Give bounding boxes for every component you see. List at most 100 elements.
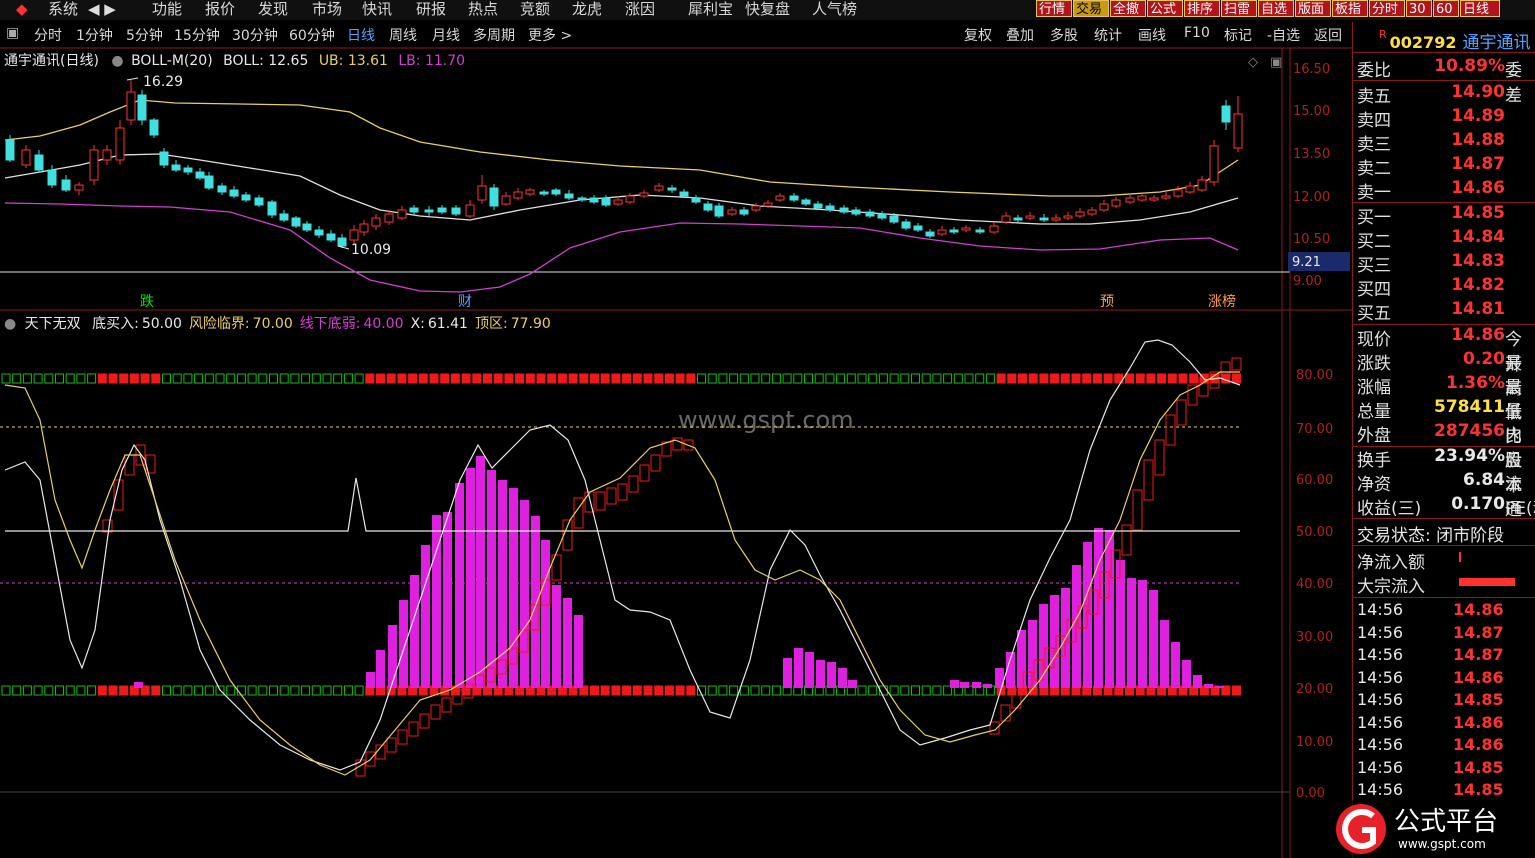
candlestick — [217, 183, 227, 195]
magenta-bar — [376, 650, 385, 688]
indicator-toggle-icon[interactable]: ● — [4, 316, 16, 332]
header-button-9[interactable]: 分时 — [1369, 0, 1405, 17]
stat-row-0-label: 现价 — [1357, 330, 1391, 350]
magenta-bar — [783, 658, 792, 688]
candlestick — [551, 188, 561, 196]
event-tag-2[interactable]: 预 — [1100, 294, 1114, 310]
lb-value: LB: 11.70 — [398, 53, 466, 69]
x-oscillator-line — [4, 339, 1241, 771]
ladder-block — [397, 729, 408, 745]
window-icon[interactable]: ▣ — [1270, 55, 1282, 70]
indicator-param-1: 风险临界: 70.00 — [189, 316, 293, 332]
ladder-block — [595, 491, 606, 511]
boll-indicator-name[interactable]: BOLL-M(20) — [131, 53, 213, 69]
candlestick — [961, 225, 971, 232]
candlestick — [183, 165, 193, 175]
magenta-bar — [1182, 660, 1191, 688]
magenta-bar — [1127, 578, 1136, 688]
indicator-param-value: 70.00 — [252, 316, 293, 332]
indicator-axis-label: 10.00 — [1296, 735, 1333, 750]
magenta-bar — [531, 516, 540, 688]
ladder-block — [1132, 489, 1143, 531]
candlestick — [839, 205, 849, 214]
magenta-bar — [541, 540, 550, 688]
indicator-name[interactable]: 天下无双 — [25, 316, 81, 332]
indicator-toggle-icon[interactable]: ● — [111, 53, 123, 69]
candlestick — [126, 80, 136, 125]
trend-ladder-series — [102, 357, 1242, 777]
quote-panel: R 002792 通宇通讯 委比 10.89% 委差 卖五 14.90 卖四 14.89 卖三 14.… — [1352, 22, 1535, 858]
indicator-param-4: 顶区: 77.90 — [475, 316, 551, 332]
stat-row-2: 涨幅 1.36% 最低 — [1357, 373, 1535, 423]
indicator-axis-label: 40.00 — [1296, 577, 1333, 592]
magenta-bar — [388, 625, 397, 688]
magenta-bar — [827, 662, 836, 688]
candlestick — [1013, 215, 1023, 222]
magenta-bar — [794, 648, 803, 688]
event-tag-0[interactable]: 跌 — [140, 294, 154, 310]
magenta-bar-series — [134, 456, 1224, 688]
candlestick — [901, 219, 911, 230]
stat-row-1-label: 涨跌 — [1357, 354, 1391, 374]
stat2-row-1: 净资 6.84 流通 — [1357, 470, 1535, 520]
event-tag-3[interactable]: 涨榜 — [1208, 293, 1236, 310]
candlestick — [326, 230, 336, 242]
tick-time: 14:56 — [1357, 712, 1404, 732]
candlestick — [925, 229, 935, 238]
magenta-bar — [983, 684, 992, 688]
header-button-11[interactable]: 60 — [1433, 0, 1459, 17]
logo-url: www.gspt.com — [1398, 837, 1486, 851]
candlestick — [1051, 214, 1061, 222]
magenta-bar — [1171, 642, 1180, 688]
stat-row-1: 涨跌 0.20 最高 — [1357, 349, 1535, 399]
magenta-bar — [134, 682, 143, 688]
magenta-bar — [399, 600, 408, 688]
ladder-block — [628, 475, 639, 493]
stat2-row-0-value: 23.94% — [1434, 446, 1505, 466]
magenta-bar — [1160, 620, 1169, 688]
candlestick — [577, 196, 587, 202]
candlestick — [714, 203, 724, 218]
ladder-block — [1154, 439, 1165, 476]
boll-lb-line — [4, 202, 1239, 293]
tick-row: 14:56 14.85 — [1357, 690, 1535, 712]
block-inflow-bar — [1459, 578, 1515, 586]
buy-reference-line — [5, 477, 1240, 532]
candlestick — [589, 195, 599, 204]
tick-time: 14:56 — [1357, 600, 1404, 619]
magenta-bar — [848, 680, 857, 688]
tick-time: 14:56 — [1357, 690, 1404, 709]
magenta-bar — [487, 470, 496, 688]
webi-row-value: 10.89% — [1434, 56, 1505, 76]
bid-row-1: 买一 14.85 — [1357, 203, 1535, 228]
candlestick — [1001, 212, 1011, 224]
tick-row: 14:56 14.86 — [1357, 735, 1535, 757]
indicator-axis-label: 70.00 — [1296, 422, 1333, 437]
stat2-row-1-label: 净资 — [1357, 475, 1391, 495]
bid-row-3-value: 14.83 — [1451, 251, 1505, 271]
header-button-10[interactable]: 30 — [1406, 0, 1432, 17]
ask-row-3: 卖三 14.88 — [1357, 130, 1535, 155]
candlestick — [397, 206, 407, 220]
ladder-block — [441, 697, 452, 713]
stat2-row-0-label: 换手 — [1357, 451, 1391, 471]
candlestick — [1149, 195, 1159, 202]
diamond-icon[interactable]: ◇ — [1248, 55, 1258, 70]
ask-row-3-value: 14.88 — [1451, 130, 1505, 150]
ladder-block — [1000, 704, 1011, 722]
event-tag-1[interactable]: 财 — [458, 294, 472, 310]
candlestick — [851, 207, 861, 216]
magenta-bar — [950, 680, 959, 688]
candlestick — [149, 118, 159, 138]
price-axis-label: 12.00 — [1293, 190, 1330, 205]
header-button-12[interactable]: 日线 — [1460, 0, 1500, 17]
tick-row: 14:56 14.86 — [1357, 600, 1535, 622]
kline-chart-area[interactable]: 16.50 15.00 13.50 12.00 10.50 9.00 9.21 80.00 70… — [0, 0, 1352, 858]
magenta-bar — [410, 575, 419, 688]
bid-row-4-label: 买四 — [1357, 280, 1391, 300]
candlestick — [989, 222, 999, 234]
candlestick — [639, 190, 649, 198]
ladder-block — [124, 454, 135, 476]
candlestick — [102, 145, 112, 165]
tick-price: 14.86 — [1453, 600, 1504, 619]
